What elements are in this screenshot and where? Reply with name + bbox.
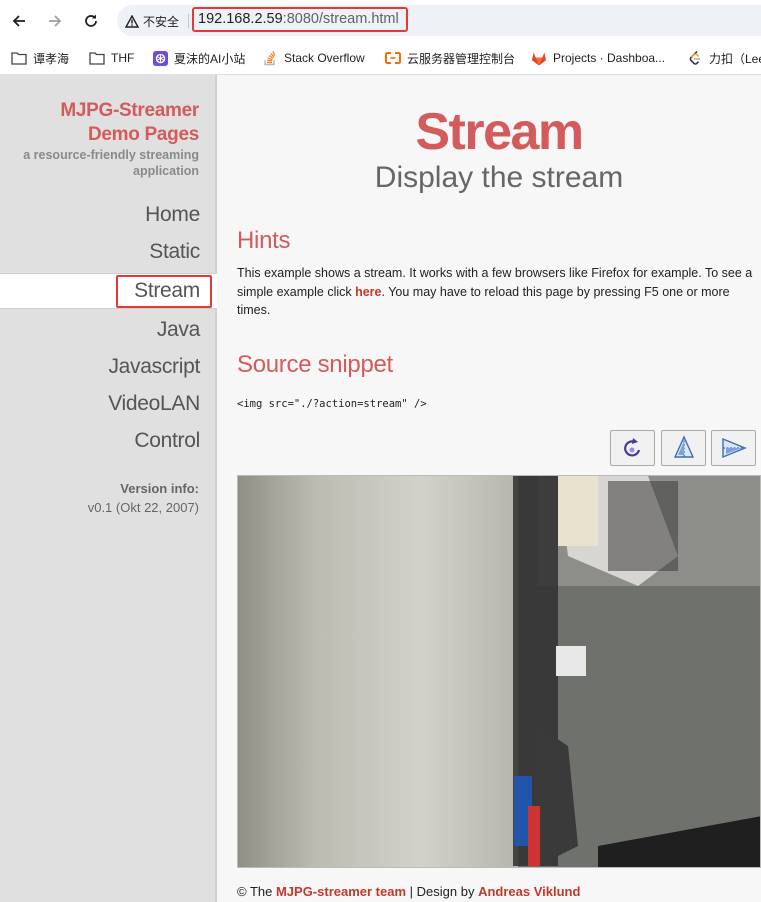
url-host: 192.168.2.59 xyxy=(198,11,283,27)
menu-item-static[interactable]: Static xyxy=(149,240,200,264)
folder-icon xyxy=(89,50,105,66)
footer-prefix: © The xyxy=(237,884,276,899)
bookmark-label: Projects · Dashboa... xyxy=(553,51,666,65)
site-title: MJPG-Streamer Demo Pages xyxy=(60,99,199,147)
address-bar[interactable]: 不安全 192.168.2.59:8080/stream.html xyxy=(117,5,761,36)
bookmark-aliyun[interactable]: 云服务器管理控制台 xyxy=(385,49,515,67)
flip-horizontal-button[interactable] xyxy=(711,430,756,466)
arrow-right-icon xyxy=(49,15,62,27)
hints-heading: Hints xyxy=(237,227,291,254)
security-label: 不安全 xyxy=(143,14,180,29)
hints-paragraph: This example shows a stream. It works wi… xyxy=(237,264,761,320)
site-title-line2: Demo Pages xyxy=(87,124,199,145)
flip-vertical-icon xyxy=(673,435,694,458)
reload-button[interactable] xyxy=(79,9,103,33)
menu-active-outline xyxy=(116,275,212,308)
flip-horizontal-icon xyxy=(721,437,747,459)
warning-icon xyxy=(125,14,139,28)
browser-toolbar: 不安全 192.168.2.59:8080/stream.html xyxy=(0,0,761,42)
site-subtitle: a resource-friendly streaming applicatio… xyxy=(0,147,199,179)
bookmark-label: THF xyxy=(111,51,135,65)
bookmark-label: Stack Overflow xyxy=(284,51,365,65)
menu-item-control[interactable]: Control xyxy=(134,429,200,453)
security-indicator[interactable]: 不安全 xyxy=(125,11,179,31)
footer-middle: | Design by xyxy=(406,884,479,899)
folder-icon xyxy=(11,50,27,66)
site-subtitle-line2: application xyxy=(133,164,199,178)
gitlab-icon xyxy=(531,50,547,66)
bookmark-ai-site[interactable]: 夏沫的AI小站 xyxy=(152,49,245,67)
url-path: :8080/stream.html xyxy=(282,11,399,27)
bookmark-gitlab[interactable]: Projects · Dashboa... xyxy=(531,49,665,67)
bookmark-label: 力扣（Lee xyxy=(709,51,761,66)
rotate-icon xyxy=(623,438,640,457)
version-label: Version info: xyxy=(120,481,199,496)
site-subtitle-line1: a resource-friendly streaming xyxy=(23,148,199,162)
flip-vertical-button[interactable] xyxy=(661,430,706,466)
reload-icon xyxy=(85,14,97,27)
footer: © The MJPG-streamer team | Design by And… xyxy=(237,884,580,899)
stream-frame-image xyxy=(238,476,760,867)
menu-item-java[interactable]: Java xyxy=(157,318,200,342)
page-title: Stream xyxy=(415,103,584,161)
here-link[interactable]: here xyxy=(355,285,381,299)
bookmark-label: 云服务器管理控制台 xyxy=(407,51,516,66)
web-page: MJPG-Streamer Demo Pages a resource-frie… xyxy=(0,75,761,902)
stackoverflow-icon xyxy=(262,50,278,66)
bookmark-label: 夏沫的AI小站 xyxy=(174,51,246,66)
source-snippet: <img src="./?action=stream" /> xyxy=(237,398,427,410)
designer-link[interactable]: Andreas Viklund xyxy=(478,884,580,899)
page-subtitle: Display the stream xyxy=(374,161,624,194)
sidebar: MJPG-Streamer Demo Pages a resource-frie… xyxy=(0,75,217,902)
version-value: v0.1 (Okt 22, 2007) xyxy=(87,500,199,515)
menu-item-home[interactable]: Home xyxy=(145,203,200,227)
arrow-left-icon xyxy=(12,15,25,27)
rotate-button[interactable] xyxy=(610,430,655,466)
site-title-line1: MJPG-Streamer xyxy=(60,100,199,121)
url-text[interactable]: 192.168.2.59:8080/stream.html xyxy=(192,7,408,32)
leetcode-icon xyxy=(687,50,703,66)
chip-separator xyxy=(188,14,189,28)
video-stream xyxy=(237,475,761,868)
snippet-heading: Source snippet xyxy=(237,351,393,378)
menu-item-javascript[interactable]: Javascript xyxy=(108,355,200,379)
bookmark-leetcode[interactable]: 力扣（Lee xyxy=(687,49,761,67)
bookmarks-bar: 谭孝海 THF 夏沫的AI小站 Stack Overflow 云服务器管理控制台… xyxy=(0,42,761,75)
forward-button[interactable] xyxy=(43,9,67,33)
bookmark-folder-2[interactable]: THF xyxy=(89,49,134,67)
menu-item-videolan[interactable]: VideoLAN xyxy=(108,392,200,416)
team-link[interactable]: MJPG-streamer team xyxy=(276,884,406,899)
bookmark-label: 谭孝海 xyxy=(33,51,70,66)
bookmark-stackoverflow[interactable]: Stack Overflow xyxy=(262,49,365,67)
aliyun-icon xyxy=(385,50,401,66)
bookmark-folder-1[interactable]: 谭孝海 xyxy=(11,49,69,67)
openai-icon xyxy=(152,50,168,66)
back-button[interactable] xyxy=(7,9,31,33)
